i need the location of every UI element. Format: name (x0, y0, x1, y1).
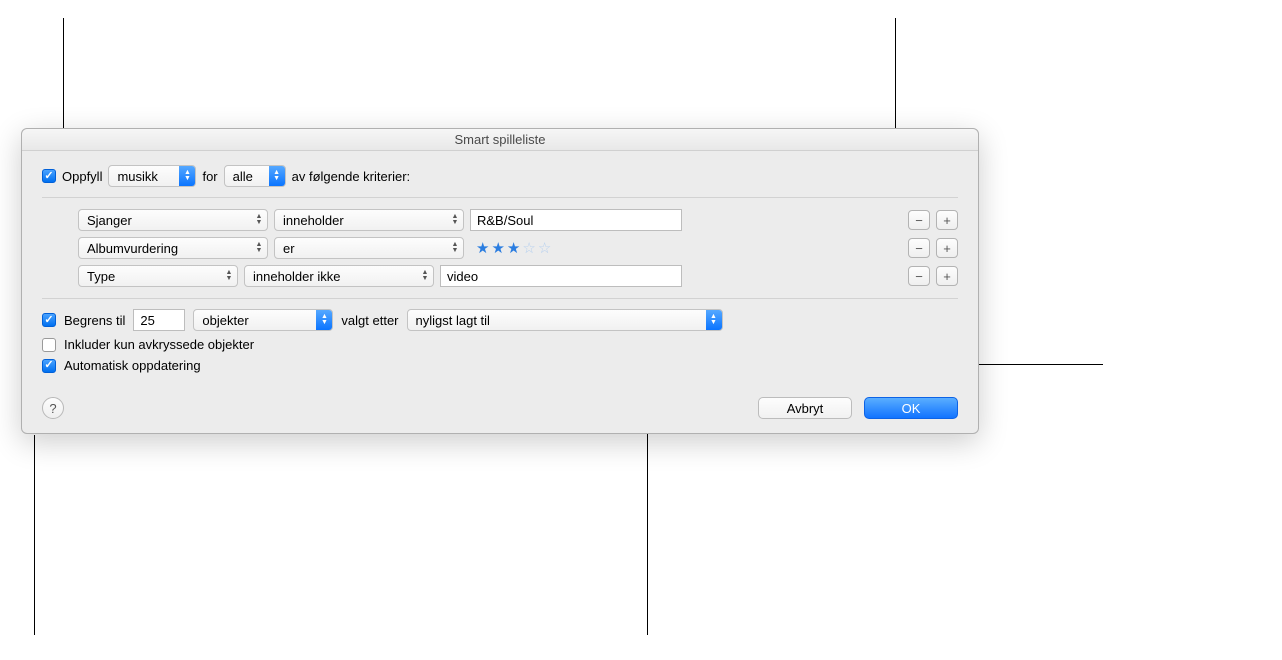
smart-playlist-dialog: Smart spilleliste ✓ Oppfyll musikk ▲▼ fo… (21, 128, 979, 434)
updown-icon: ▲▼ (447, 238, 463, 258)
remove-rule-button[interactable]: − (908, 238, 930, 258)
add-rule-button[interactable]: + (936, 266, 958, 286)
match-checkbox[interactable]: ✓ (42, 169, 56, 183)
updown-icon: ▲▼ (179, 166, 195, 186)
plus-icon: + (943, 269, 951, 284)
star-icon: ☆ (538, 239, 551, 257)
updown-icon: ▲▼ (447, 210, 463, 230)
rule-value-input[interactable]: video (440, 265, 682, 287)
updown-icon: ▲▼ (269, 166, 285, 186)
media-type-select[interactable]: musikk ▲▼ (108, 165, 196, 187)
rule-operator-select[interactable]: inneholder ▲▼ (274, 209, 464, 231)
limit-checkbox[interactable]: ✓ (42, 313, 56, 327)
limit-count-value: 25 (140, 313, 154, 328)
rule-field-select[interactable]: Albumvurdering ▲▼ (78, 237, 268, 259)
remove-rule-button[interactable]: − (908, 210, 930, 230)
rule-field-value: Type (87, 269, 115, 284)
plus-icon: + (943, 213, 951, 228)
all-any-value: alle (233, 169, 253, 184)
rule-row: Type ▲▼ inneholder ikke ▲▼ video − + (78, 262, 958, 290)
rule-row: Sjanger ▲▼ inneholder ▲▼ R&B/Soul − + (78, 206, 958, 234)
rule-operator-value: er (283, 241, 295, 256)
rules-section: Sjanger ▲▼ inneholder ▲▼ R&B/Soul − + Al… (42, 197, 958, 299)
help-button[interactable]: ? (42, 397, 64, 419)
limit-count-input[interactable]: 25 (133, 309, 185, 331)
footer-buttons: Avbryt OK (758, 397, 958, 419)
cancel-label: Avbryt (787, 401, 824, 416)
live-updating-row: ✓ Automatisk oppdatering (42, 358, 958, 373)
star-icon: ☆ (522, 239, 535, 257)
star-icon: ★ (476, 239, 489, 257)
rule-field-value: Sjanger (87, 213, 132, 228)
check-icon: ✓ (44, 360, 53, 371)
all-any-select[interactable]: alle ▲▼ (224, 165, 286, 187)
callout-leader (647, 401, 648, 635)
rule-star-rating[interactable]: ★ ★ ★ ☆ ☆ (470, 239, 551, 257)
rule-operator-select[interactable]: inneholder ikke ▲▼ (244, 265, 434, 287)
rule-field-select[interactable]: Type ▲▼ (78, 265, 238, 287)
callout-leader (34, 435, 35, 635)
window-title: Smart spilleliste (22, 129, 978, 151)
help-icon: ? (49, 401, 56, 416)
rule-operator-select[interactable]: er ▲▼ (274, 237, 464, 259)
match-label: Oppfyll (62, 169, 102, 184)
star-icon: ★ (491, 239, 504, 257)
only-checked-label: Inkluder kun avkryssede objekter (64, 337, 254, 352)
rule-operator-value: inneholder ikke (253, 269, 340, 284)
check-icon: ✓ (44, 315, 53, 326)
cancel-button[interactable]: Avbryt (758, 397, 852, 419)
updown-icon: ▲▼ (316, 310, 332, 330)
rule-row: Albumvurdering ▲▼ er ▲▼ ★ ★ ★ ☆ ☆ − + (78, 234, 958, 262)
updown-icon: ▲▼ (221, 266, 237, 286)
add-rule-button[interactable]: + (936, 210, 958, 230)
updown-icon: ▲▼ (251, 210, 267, 230)
limit-label: Begrens til (64, 313, 125, 328)
add-rule-button[interactable]: + (936, 238, 958, 258)
ok-label: OK (902, 401, 921, 416)
following-label: av følgende kriterier: (292, 169, 411, 184)
match-row: ✓ Oppfyll musikk ▲▼ for alle ▲▼ av følge… (42, 165, 958, 187)
only-checked-row: Inkluder kun avkryssede objekter (42, 337, 958, 352)
rule-value-text: R&B/Soul (477, 213, 533, 228)
rule-operator-value: inneholder (283, 213, 344, 228)
check-icon: ✓ (44, 171, 53, 182)
dialog-footer: ? Avbryt OK (42, 397, 958, 419)
minus-icon: − (915, 241, 923, 256)
selected-by-label: valgt etter (341, 313, 398, 328)
limit-unit-select[interactable]: objekter ▲▼ (193, 309, 333, 331)
live-updating-checkbox[interactable]: ✓ (42, 359, 56, 373)
updown-icon: ▲▼ (417, 266, 433, 286)
rule-value-text: video (447, 269, 478, 284)
limit-unit-value: objekter (202, 313, 248, 328)
updown-icon: ▲▼ (706, 310, 722, 330)
minus-icon: − (915, 213, 923, 228)
plus-icon: + (943, 241, 951, 256)
only-checked-checkbox[interactable] (42, 338, 56, 352)
updown-icon: ▲▼ (251, 238, 267, 258)
for-label: for (202, 169, 217, 184)
selected-by-select[interactable]: nyligst lagt til ▲▼ (407, 309, 723, 331)
dialog-content: ✓ Oppfyll musikk ▲▼ for alle ▲▼ av følge… (22, 151, 978, 433)
live-updating-label: Automatisk oppdatering (64, 358, 201, 373)
star-icon: ★ (507, 239, 520, 257)
remove-rule-button[interactable]: − (908, 266, 930, 286)
rule-field-select[interactable]: Sjanger ▲▼ (78, 209, 268, 231)
selected-by-value: nyligst lagt til (416, 313, 490, 328)
ok-button[interactable]: OK (864, 397, 958, 419)
minus-icon: − (915, 269, 923, 284)
rule-value-input[interactable]: R&B/Soul (470, 209, 682, 231)
rule-field-value: Albumvurdering (87, 241, 178, 256)
limit-row: ✓ Begrens til 25 objekter ▲▼ valgt etter… (42, 309, 958, 331)
media-type-value: musikk (117, 169, 157, 184)
